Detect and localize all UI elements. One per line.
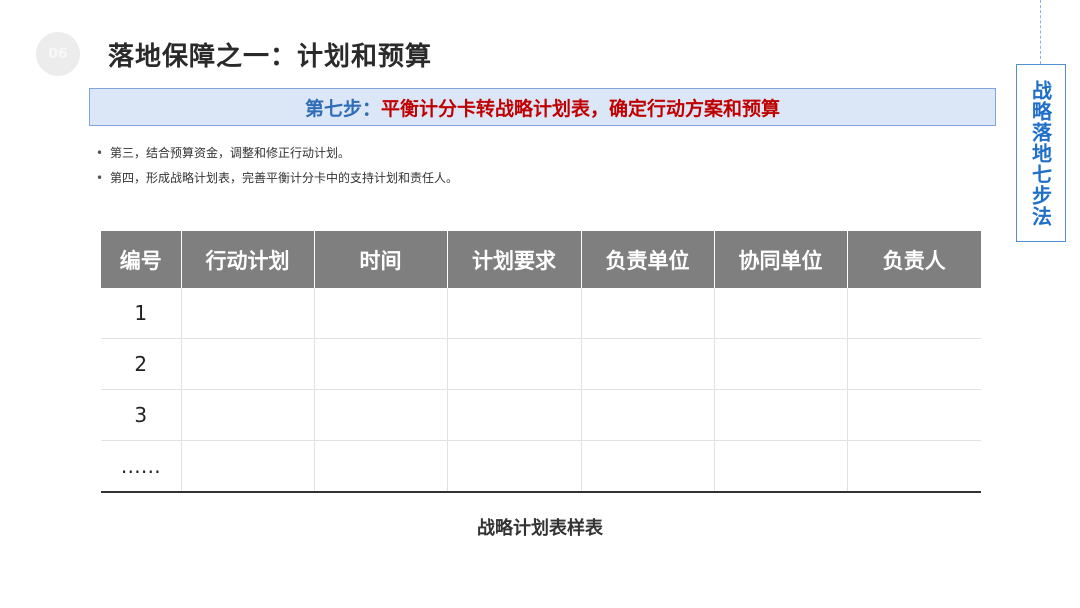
side-vertical-title: 战略落地七步法 bbox=[1016, 64, 1066, 242]
step-prefix: 第七步： bbox=[304, 97, 381, 120]
cell bbox=[180, 389, 314, 441]
bullet-dot-icon: • bbox=[96, 146, 104, 160]
cell bbox=[180, 338, 314, 390]
cell bbox=[713, 338, 847, 390]
table-row: …… bbox=[101, 440, 981, 493]
header-number: 编号 bbox=[101, 231, 181, 288]
table-caption: 战略计划表样表 bbox=[477, 518, 603, 539]
table-row: 1 bbox=[101, 288, 981, 339]
cell bbox=[313, 389, 447, 441]
cell bbox=[580, 389, 714, 441]
cell bbox=[446, 440, 581, 493]
cell bbox=[713, 440, 847, 493]
bullet-text: 第三，结合预算资金，调整和修正行动计划。 bbox=[110, 146, 351, 160]
cell bbox=[180, 288, 314, 339]
table-header-row: 编号 行动计划 时间 计划要求 负责单位 协同单位 负责人 bbox=[101, 231, 981, 288]
cell bbox=[713, 288, 847, 339]
step-text: 平衡计分卡转战略计划表，确定行动方案和预算 bbox=[381, 97, 781, 120]
page-title: 落地保障之一：计划和预算 bbox=[108, 42, 433, 72]
cell bbox=[846, 440, 981, 493]
header-plan-requirement: 计划要求 bbox=[446, 231, 581, 288]
header-time: 时间 bbox=[313, 231, 447, 288]
cell bbox=[580, 288, 714, 339]
cell bbox=[846, 288, 981, 339]
cell bbox=[846, 338, 981, 390]
bullet-dot-icon: • bbox=[96, 171, 104, 185]
cell-number: 1 bbox=[101, 288, 181, 339]
cell-number: …… bbox=[101, 440, 181, 493]
cell-number: 2 bbox=[101, 338, 181, 390]
bullet-item: • 第三，结合预算资金，调整和修正行动计划。 bbox=[96, 145, 458, 170]
table-row: 2 bbox=[101, 338, 981, 390]
bullet-text: 第四，形成战略计划表，完善平衡计分卡中的支持计划和责任人。 bbox=[110, 171, 459, 185]
cell bbox=[580, 338, 714, 390]
cell-number: 3 bbox=[101, 389, 181, 441]
section-number-badge: 06 bbox=[36, 32, 80, 76]
cell bbox=[313, 440, 447, 493]
cell bbox=[446, 338, 581, 390]
header-cooperating-unit: 协同单位 bbox=[713, 231, 847, 288]
strategy-plan-table: 编号 行动计划 时间 计划要求 负责单位 协同单位 负责人 1 2 3 …… bbox=[101, 231, 981, 493]
table-row: 3 bbox=[101, 389, 981, 441]
cell bbox=[446, 288, 581, 339]
cell bbox=[846, 389, 981, 441]
cell bbox=[713, 389, 847, 441]
header-responsible-person: 负责人 bbox=[846, 231, 981, 288]
step-banner: 第七步： 平衡计分卡转战略计划表，确定行动方案和预算 bbox=[89, 88, 996, 126]
header-responsible-unit: 负责单位 bbox=[580, 231, 714, 288]
cell bbox=[580, 440, 714, 493]
cell bbox=[313, 288, 447, 339]
cell bbox=[180, 440, 314, 493]
cell bbox=[313, 338, 447, 390]
cell bbox=[446, 389, 581, 441]
side-dashed-line bbox=[1040, 0, 1041, 64]
bullet-item: • 第四，形成战略计划表，完善平衡计分卡中的支持计划和责任人。 bbox=[96, 170, 458, 195]
bullet-list: • 第三，结合预算资金，调整和修正行动计划。 • 第四，形成战略计划表，完善平衡计分… bbox=[96, 145, 458, 195]
header-action-plan: 行动计划 bbox=[180, 231, 314, 288]
